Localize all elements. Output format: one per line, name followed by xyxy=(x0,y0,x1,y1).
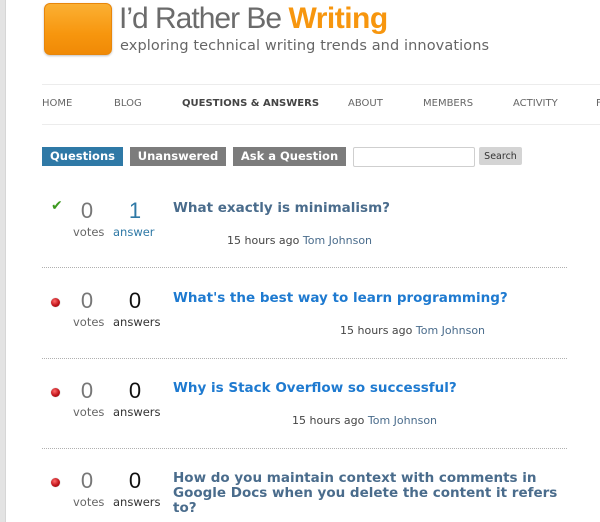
vote-count: 0 xyxy=(80,198,94,223)
vote-count: 0 xyxy=(80,288,94,313)
answers-label[interactable]: answer xyxy=(113,225,155,239)
question-item: ✔ 0 1 votes answer What exactly is minim… xyxy=(42,198,582,258)
nav-divider-top xyxy=(42,84,600,85)
red-dot-icon xyxy=(51,478,60,487)
answers-label: answers xyxy=(113,495,161,509)
question-title-link[interactable]: What exactly is minimalism? xyxy=(173,201,568,216)
question-time: 15 hours ago xyxy=(340,324,413,337)
answer-count: 0 xyxy=(128,378,142,403)
nav-item-truncated[interactable]: F xyxy=(596,98,600,109)
red-dot-icon xyxy=(51,298,60,307)
answer-count: 0 xyxy=(128,468,142,493)
question-item: 0 0 votes answers Why is Stack Overflow … xyxy=(42,378,582,438)
question-time: 15 hours ago xyxy=(227,234,300,247)
votes-label: votes xyxy=(73,405,105,419)
vote-count: 0 xyxy=(80,378,94,403)
nav-item-activity[interactable]: ACTIVITY xyxy=(513,98,558,109)
question-meta: 15 hours ago Tom Johnson xyxy=(227,234,372,247)
site-title-accent: Writing xyxy=(288,2,388,35)
answer-count: 0 xyxy=(128,288,142,313)
red-dot-icon xyxy=(51,388,60,397)
tab-questions[interactable]: Questions xyxy=(42,147,123,166)
question-meta: 15 hours ago Tom Johnson xyxy=(340,324,485,337)
answers-label: answers xyxy=(113,405,161,419)
question-author-link[interactable]: Tom Johnson xyxy=(416,324,485,337)
site-title-prefix: I’d Rather Be xyxy=(119,2,289,35)
site-title[interactable]: I’d Rather Be Writing xyxy=(119,2,388,36)
question-meta: 15 hours ago Tom Johnson xyxy=(292,414,437,427)
question-divider xyxy=(42,448,567,449)
answer-count[interactable]: 1 xyxy=(120,198,150,224)
site-logo-icon[interactable] xyxy=(44,3,112,55)
site-tagline: exploring technical writing trends and i… xyxy=(120,38,490,54)
question-title-link[interactable]: Why is Stack Overflow so successful? xyxy=(173,381,568,396)
nav-item-questions-answers[interactable]: QUESTIONS & ANSWERS xyxy=(182,98,319,109)
nav-item-blog[interactable]: BLOG xyxy=(114,98,142,109)
question-divider xyxy=(42,358,567,359)
votes-label: votes xyxy=(73,225,105,239)
nav-item-about[interactable]: ABOUT xyxy=(348,98,383,109)
nav-item-members[interactable]: MEMBERS xyxy=(423,98,473,109)
nav-divider-bottom xyxy=(42,124,600,125)
votes-label: votes xyxy=(73,315,105,329)
search-input[interactable] xyxy=(353,147,475,167)
question-divider xyxy=(42,267,567,268)
question-time: 15 hours ago xyxy=(292,414,365,427)
question-author-link[interactable]: Tom Johnson xyxy=(303,234,372,247)
question-title-link[interactable]: How do you maintain context with comment… xyxy=(173,471,568,516)
tab-unanswered[interactable]: Unanswered xyxy=(130,147,226,166)
question-item: 0 0 votes answers How do you maintain co… xyxy=(42,468,582,522)
search-button[interactable]: Search xyxy=(479,147,522,165)
vote-count: 0 xyxy=(80,468,94,493)
question-item: 0 0 votes answers What's the best way to… xyxy=(42,288,582,348)
tab-ask-question[interactable]: Ask a Question xyxy=(233,147,346,166)
votes-label: votes xyxy=(73,495,105,509)
nav-item-home[interactable]: HOME xyxy=(42,98,72,109)
answers-label: answers xyxy=(113,315,161,329)
question-title-link[interactable]: What's the best way to learn programming… xyxy=(173,291,568,306)
question-author-link[interactable]: Tom Johnson xyxy=(368,414,437,427)
check-icon: ✔ xyxy=(51,198,63,214)
window-left-edge xyxy=(0,0,6,522)
